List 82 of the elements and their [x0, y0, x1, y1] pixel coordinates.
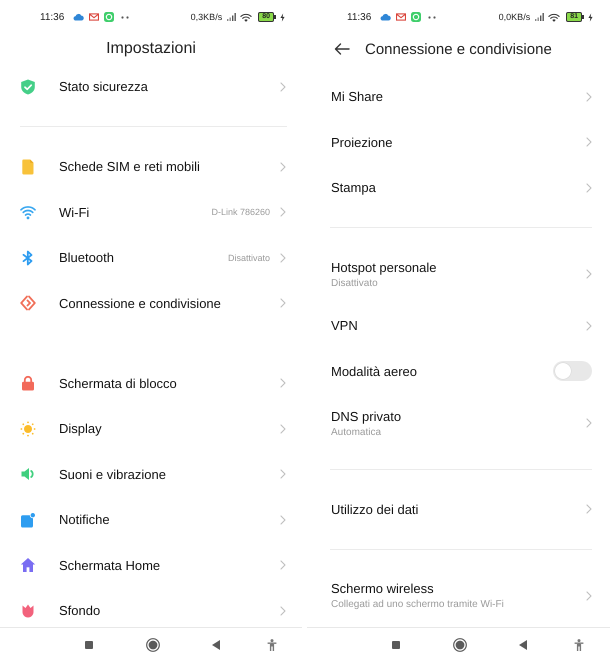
- setting-label[interactable]: Display: [59, 421, 102, 436]
- charging-icon: [280, 12, 285, 22]
- setting-label[interactable]: Hotspot personale: [331, 260, 437, 274]
- diamond-icon: [20, 295, 36, 312]
- setting-label[interactable]: Notifiche: [59, 512, 110, 528]
- setting-label[interactable]: Mi Share: [331, 89, 384, 104]
- setting-label[interactable]: Stampa: [331, 180, 376, 196]
- sim-card-icon: [20, 158, 36, 175]
- chevron-icon: [280, 252, 286, 263]
- chevron-icon: [586, 182, 592, 193]
- charging-icon: [588, 12, 593, 22]
- shield-icon: [20, 78, 36, 95]
- setting-value: Disattivato: [228, 252, 270, 263]
- setting-label[interactable]: Schede SIM e reti mobili: [59, 159, 200, 174]
- setting-label[interactable]: Utilizzo dei dati: [331, 502, 418, 517]
- network-speed: 0,3KB/s: [190, 12, 222, 22]
- chevron-icon: [280, 606, 286, 616]
- status-time: 11:36: [347, 12, 372, 22]
- setting-label[interactable]: Schermo wireless: [331, 581, 504, 596]
- setting-description: Collegati ad uno schermo tramite Wi-Fi: [331, 599, 504, 610]
- chevron-icon: [280, 298, 286, 308]
- network-speed: 0,0KB/s: [498, 12, 530, 22]
- chevron-icon: [586, 92, 592, 102]
- signal-icon: [227, 13, 236, 21]
- chevron-icon: [586, 418, 592, 428]
- setting-label: Modalità aereo: [331, 364, 417, 379]
- setting-label[interactable]: Suoni e vibrazione: [59, 466, 166, 482]
- chevron-icon: [586, 504, 592, 514]
- chevron-icon: [280, 424, 286, 434]
- lock-icon: [20, 375, 36, 392]
- dots-icon: [121, 16, 130, 18]
- setting-label[interactable]: Bluetooth: [59, 250, 114, 266]
- back-icon[interactable]: [212, 640, 220, 650]
- setting-label[interactable]: VPN: [331, 318, 358, 334]
- chat-icon: [104, 12, 114, 22]
- house-icon: [20, 557, 36, 574]
- home-icon[interactable]: [453, 638, 467, 652]
- accessibility-icon[interactable]: [574, 639, 584, 651]
- back-icon[interactable]: [334, 43, 350, 55]
- chevron-icon: [586, 320, 592, 331]
- chevron-icon: [586, 269, 592, 279]
- setting-label[interactable]: Proiezione: [331, 134, 392, 150]
- setting-label[interactable]: Stato sicurezza: [59, 79, 148, 94]
- chat-icon: [411, 12, 422, 22]
- wifi-icon: [20, 204, 36, 220]
- chevron-icon: [280, 469, 286, 480]
- chevron-icon: [280, 514, 286, 525]
- setting-label[interactable]: Schermata di blocco: [59, 376, 177, 391]
- chevron-icon: [280, 560, 286, 570]
- tulip-icon: [20, 602, 36, 619]
- chevron-icon: [280, 162, 286, 172]
- setting-label[interactable]: Sfondo: [59, 603, 100, 618]
- screen-title: Impostazioni: [106, 40, 196, 58]
- accessibility-icon[interactable]: [267, 639, 277, 651]
- chevron-icon: [586, 590, 592, 600]
- chevron-icon: [280, 378, 286, 388]
- cloud-icon: [73, 13, 84, 21]
- envelope-icon: [396, 13, 406, 21]
- setting-description: Disattivato: [331, 278, 379, 288]
- speaker-icon: [20, 466, 36, 482]
- setting-label[interactable]: Wi-Fi: [59, 204, 90, 220]
- chevron-icon: [586, 137, 592, 148]
- setting-description: Automatica: [331, 426, 382, 438]
- chevron-icon: [280, 207, 286, 218]
- chevron-icon: [280, 82, 286, 92]
- cloud-icon: [380, 13, 392, 21]
- status-time: 11:36: [40, 12, 64, 22]
- back-icon[interactable]: [519, 640, 527, 650]
- wifi-icon: [240, 12, 252, 22]
- signal-icon: [535, 13, 544, 21]
- screen-title: Connessione e condivisione: [365, 40, 552, 58]
- envelope-icon: [89, 13, 100, 21]
- setting-label[interactable]: Connessione e condivisione: [59, 296, 221, 311]
- toggle-switch[interactable]: [553, 361, 592, 382]
- notification-icon: [20, 512, 36, 528]
- wifi-icon: [548, 12, 560, 22]
- sun-icon: [20, 420, 36, 437]
- setting-value: D-Link 786260: [211, 207, 270, 218]
- setting-label[interactable]: DNS privato: [331, 408, 402, 424]
- dots-icon: [428, 16, 436, 18]
- home-icon[interactable]: [146, 638, 160, 652]
- setting-label[interactable]: Schermata Home: [59, 558, 160, 573]
